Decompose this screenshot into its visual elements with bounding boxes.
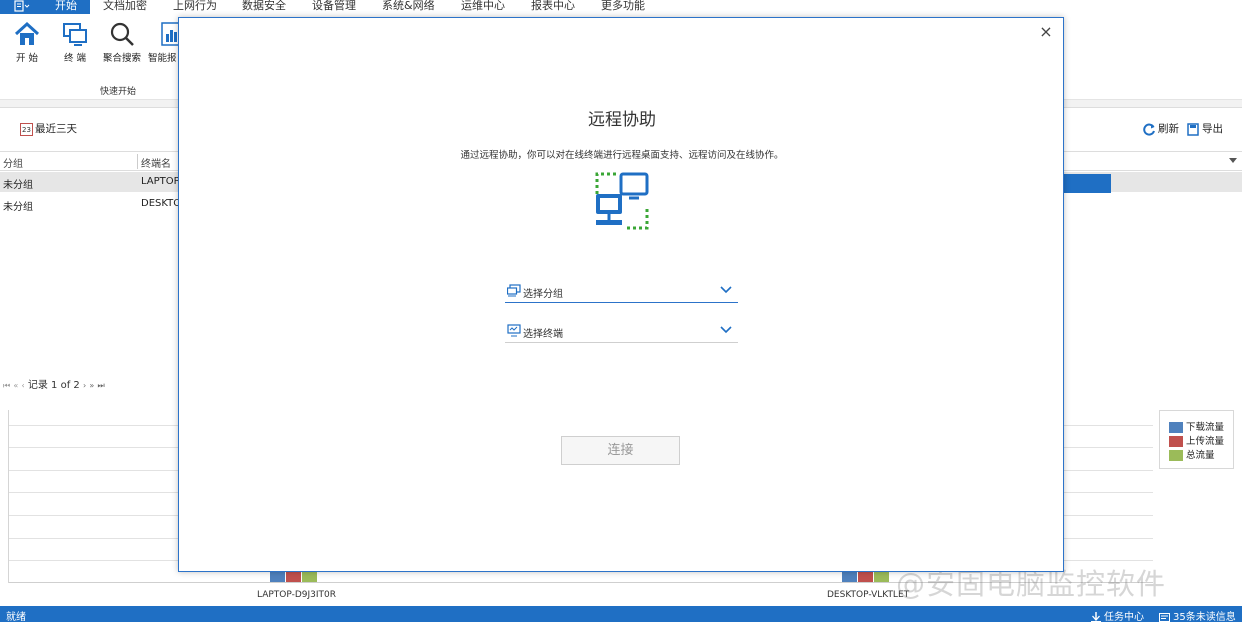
legend-label: 上传流量 <box>1186 436 1225 447</box>
cell-terminal: DESKTO <box>141 198 182 209</box>
ribbon-home-button[interactable]: 开 始 <box>5 20 49 64</box>
ribbon-report-label: 智能报 <box>148 53 177 64</box>
ribbon-terminal-button[interactable]: 终 端 <box>53 20 97 64</box>
group-icon <box>507 284 521 297</box>
monitor-icon <box>63 23 87 46</box>
tab-start[interactable]: 开始 <box>42 0 90 14</box>
unread-messages-button[interactable]: 35条未读信息 <box>1159 608 1236 623</box>
status-bar: 就绪 任务中心 35条未读信息 <box>0 606 1242 623</box>
column-divider[interactable] <box>137 154 138 169</box>
app-menu-button[interactable] <box>0 0 42 14</box>
dialog-description: 通过远程协助，你可以对在线终端进行远程桌面支持、远程访问及在线协作。 <box>460 150 784 161</box>
legend-item: 下载流量 <box>1169 419 1224 433</box>
calendar-icon: 23 <box>20 122 33 136</box>
export-button[interactable]: 导出 <box>1187 121 1223 136</box>
dialog-title: 远程协助 <box>588 110 656 130</box>
tab-ops-center[interactable]: 运维中心 <box>461 0 505 14</box>
ribbon-group-label: 快速开始 <box>100 87 137 97</box>
legend-label: 下载流量 <box>1186 422 1225 433</box>
column-header-terminal[interactable]: 终端名 <box>141 155 171 170</box>
ribbon-search-button[interactable]: 聚合搜索 <box>100 20 144 64</box>
date-range-button[interactable]: 23 最近三天 <box>20 121 77 136</box>
export-label: 导出 <box>1202 123 1223 135</box>
chart-y-axis <box>8 410 9 583</box>
pager-record-text: 记录 1 of 2 <box>27 380 80 391</box>
status-ready-text: 就绪 <box>6 612 26 623</box>
tab-web-behavior[interactable]: 上网行为 <box>173 0 217 14</box>
select-group-dropdown[interactable]: 选择分组 <box>505 281 738 303</box>
last-page-icon[interactable]: ⏭ <box>97 381 104 390</box>
cell-terminal: LAPTOP <box>141 176 180 187</box>
legend-swatch <box>1169 436 1183 447</box>
column-header-group[interactable]: 分组 <box>3 155 23 170</box>
tab-data-security[interactable]: 数据安全 <box>242 0 286 14</box>
tab-device-management[interactable]: 设备管理 <box>312 0 356 14</box>
refresh-button[interactable]: 刷新 <box>1143 121 1179 136</box>
tab-more-functions[interactable]: 更多功能 <box>601 0 645 14</box>
remote-computers-icon <box>595 172 649 230</box>
task-center-button[interactable]: 任务中心 <box>1091 608 1144 623</box>
refresh-label: 刷新 <box>1158 123 1179 135</box>
connect-button[interactable]: 连接 <box>561 436 680 465</box>
legend-label: 总流量 <box>1186 450 1215 461</box>
home-icon <box>14 21 40 45</box>
close-button[interactable]: × <box>1038 22 1054 41</box>
date-range-label: 最近三天 <box>35 123 77 135</box>
select-group-label: 选择分组 <box>523 289 563 300</box>
prev-page-icon[interactable]: ‹ <box>21 381 24 390</box>
ribbon-report-button[interactable]: 智能报 <box>148 20 182 64</box>
tab-system-network[interactable]: 系统&网络 <box>382 0 435 14</box>
pagination: ⏮ « ‹ 记录 1 of 2 › » ⏭ <box>3 376 105 391</box>
tab-report-center[interactable]: 报表中心 <box>531 0 575 14</box>
download-icon <box>1091 612 1101 622</box>
ribbon-search-label: 聚合搜索 <box>102 53 141 64</box>
column-dropdown-icon[interactable] <box>1229 158 1237 164</box>
remote-assist-dialog: × 远程协助 通过远程协助，你可以对在线终端进行远程桌面支持、远程访问及在线协作… <box>178 17 1064 572</box>
select-terminal-dropdown[interactable]: 选择终端 <box>505 321 738 343</box>
export-icon <box>1187 122 1199 136</box>
task-center-label: 任务中心 <box>1104 612 1144 623</box>
next-fast-icon[interactable]: » <box>89 381 94 390</box>
x-tick-label: LAPTOP-D9J3IT0R <box>257 590 337 600</box>
legend-swatch <box>1169 422 1183 433</box>
first-page-icon[interactable]: ⏮ <box>3 381 10 390</box>
chart-legend: 下载流量 上传流量 总流量 <box>1159 410 1234 469</box>
terminal-icon <box>507 324 521 337</box>
tab-doc-encrypt[interactable]: 文档加密 <box>103 0 147 14</box>
legend-swatch <box>1169 450 1183 461</box>
search-icon <box>110 22 134 46</box>
legend-item: 上传流量 <box>1169 433 1224 447</box>
cell-group: 未分组 <box>3 180 33 191</box>
app-menu-icon <box>14 0 30 12</box>
next-page-icon[interactable]: › <box>83 381 86 390</box>
legend-item: 总流量 <box>1169 447 1215 461</box>
prev-fast-icon[interactable]: « <box>13 381 18 390</box>
cell-group: 未分组 <box>3 202 33 213</box>
ribbon-home-label: 开 始 <box>15 53 39 64</box>
ribbon-tab-bar: 开始 文档加密 上网行为 数据安全 设备管理 系统&网络 运维中心 报表中心 更… <box>0 0 1242 14</box>
select-terminal-label: 选择终端 <box>523 329 563 340</box>
chevron-down-icon <box>720 286 732 294</box>
chevron-down-icon <box>720 326 732 334</box>
row-selection-indicator <box>1062 174 1111 193</box>
refresh-icon <box>1143 123 1155 135</box>
message-icon <box>1159 612 1170 622</box>
close-icon: × <box>1039 22 1053 41</box>
unread-messages-label: 35条未读信息 <box>1173 612 1236 623</box>
ribbon-terminal-label: 终 端 <box>63 53 87 64</box>
